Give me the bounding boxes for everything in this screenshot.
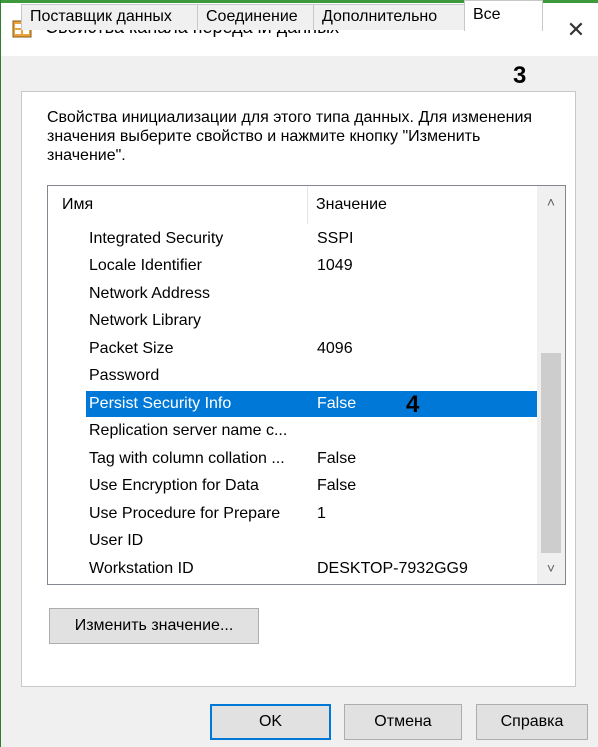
vertical-scrollbar[interactable]: ˄ ˅ xyxy=(537,186,565,584)
scroll-up-button[interactable]: ˄ xyxy=(537,186,565,218)
edit-value-button[interactable]: Изменить значение... xyxy=(49,608,259,644)
help-button[interactable]: Справка xyxy=(476,704,588,740)
property-value: 1049 xyxy=(317,257,353,274)
property-name: Network Address xyxy=(89,285,210,302)
tab-data-provider[interactable]: Поставщик данных xyxy=(21,4,198,30)
annotation-marker-3: 3 xyxy=(513,62,527,89)
scroll-down-button[interactable]: ˅ xyxy=(537,552,565,584)
property-value: False xyxy=(317,450,357,467)
property-name: Packet Size xyxy=(89,340,174,357)
list-item[interactable]: Replication server name c... xyxy=(86,418,538,444)
tab-connection[interactable]: Соединение xyxy=(197,4,314,30)
tab-label: Дополнительно xyxy=(322,8,438,25)
list-item[interactable]: Integrated Security SSPI xyxy=(86,226,538,252)
list-item-selected[interactable]: Persist Security Info False xyxy=(86,391,538,417)
list-item[interactable]: Password xyxy=(86,363,538,389)
list-item[interactable]: Network Library xyxy=(86,308,538,334)
property-value: 1 xyxy=(317,505,326,522)
property-name: Replication server name c... xyxy=(89,422,288,439)
dialog-window: Свойства канала передачи данных ✕ Постав… xyxy=(0,0,598,747)
property-value: False xyxy=(317,395,357,412)
column-header-name[interactable]: Имя xyxy=(62,196,93,214)
annotation-marker-4: 4 xyxy=(406,391,420,418)
chevron-up-icon: ˄ xyxy=(546,194,556,210)
scrollbar-thumb[interactable] xyxy=(541,353,561,553)
list-item[interactable]: Workstation ID DESKTOP-7932GG9 xyxy=(86,556,538,582)
list-item[interactable]: Use Encryption for Data False xyxy=(86,473,538,499)
property-name: Use Procedure for Prepare xyxy=(89,505,281,522)
property-name: Tag with column collation ... xyxy=(89,450,285,467)
list-item[interactable]: Use Procedure for Prepare 1 xyxy=(86,501,538,527)
property-name: Password xyxy=(89,367,160,384)
list-header: Имя Значение xyxy=(48,186,538,224)
property-name: Use Encryption for Data xyxy=(89,477,259,494)
property-name: Locale Identifier xyxy=(89,257,202,274)
tab-all[interactable]: Все xyxy=(464,0,543,31)
list-item[interactable]: User ID xyxy=(86,528,538,554)
property-name: Workstation ID xyxy=(89,560,194,577)
list-item[interactable]: Network Address xyxy=(86,281,538,307)
description-text: Свойства инициализации для этого типа да… xyxy=(47,109,533,164)
tab-label: Поставщик данных xyxy=(30,8,172,25)
list-item[interactable]: Tag with column collation ... False xyxy=(86,446,538,472)
tab-advanced[interactable]: Дополнительно xyxy=(313,4,465,30)
property-value: 4096 xyxy=(317,340,353,357)
list-item[interactable]: Locale Identifier 1049 xyxy=(86,253,538,279)
column-separator[interactable] xyxy=(307,186,308,224)
property-value: False xyxy=(317,477,357,494)
tab-label: Соединение xyxy=(206,8,298,25)
property-name: User ID xyxy=(89,532,144,549)
property-name: Persist Security Info xyxy=(89,395,232,412)
tab-label: Все xyxy=(473,6,501,23)
property-name: Network Library xyxy=(89,312,202,329)
close-button[interactable]: ✕ xyxy=(553,3,598,56)
column-header-value[interactable]: Значение xyxy=(316,196,387,214)
list-item[interactable]: Packet Size 4096 xyxy=(86,336,538,362)
property-name: Integrated Security xyxy=(89,230,224,247)
properties-list[interactable]: Имя Значение Integrated Security SSPI Lo… xyxy=(47,185,566,585)
ok-button[interactable]: OK xyxy=(210,704,331,740)
chevron-down-icon: ˅ xyxy=(546,560,556,576)
property-value: SSPI xyxy=(317,230,354,247)
property-value: DESKTOP-7932GG9 xyxy=(317,560,468,577)
close-icon: ✕ xyxy=(566,16,586,42)
cancel-button[interactable]: Отмена xyxy=(344,704,462,740)
